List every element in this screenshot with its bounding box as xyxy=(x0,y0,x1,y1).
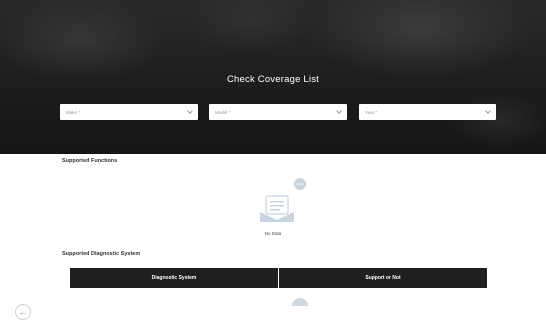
chevron-down-icon xyxy=(336,108,342,114)
supported-diagnostic-system-heading: Supported Diagnostic System xyxy=(62,251,141,257)
model-select-placeholder: Model * xyxy=(215,109,231,115)
page-title: Check Coverage List xyxy=(227,74,319,85)
hero-banner: Check Coverage List Make * Model * Year … xyxy=(0,0,546,154)
empty-document-icon xyxy=(260,178,306,222)
year-select[interactable]: Year * xyxy=(359,104,496,120)
back-button[interactable]: ← xyxy=(15,304,31,320)
chevron-down-icon xyxy=(485,108,491,114)
supported-functions-heading: Supported Functions xyxy=(62,158,118,164)
empty-state-icon-partial xyxy=(292,298,308,306)
chevron-down-icon xyxy=(187,108,193,114)
diagnostic-system-table-header: Diagnostic System Support or Not xyxy=(70,268,487,288)
model-select[interactable]: Model * xyxy=(209,104,347,120)
year-select-placeholder: Year * xyxy=(365,109,378,115)
make-select[interactable]: Make * xyxy=(60,104,198,120)
make-select-placeholder: Make * xyxy=(66,109,81,115)
arrow-left-icon: ← xyxy=(18,306,28,317)
column-header-diagnostic-system: Diagnostic System xyxy=(151,275,197,281)
column-header-support-or-not: Support or Not xyxy=(278,268,487,288)
no-data-text: No Data xyxy=(264,231,282,236)
